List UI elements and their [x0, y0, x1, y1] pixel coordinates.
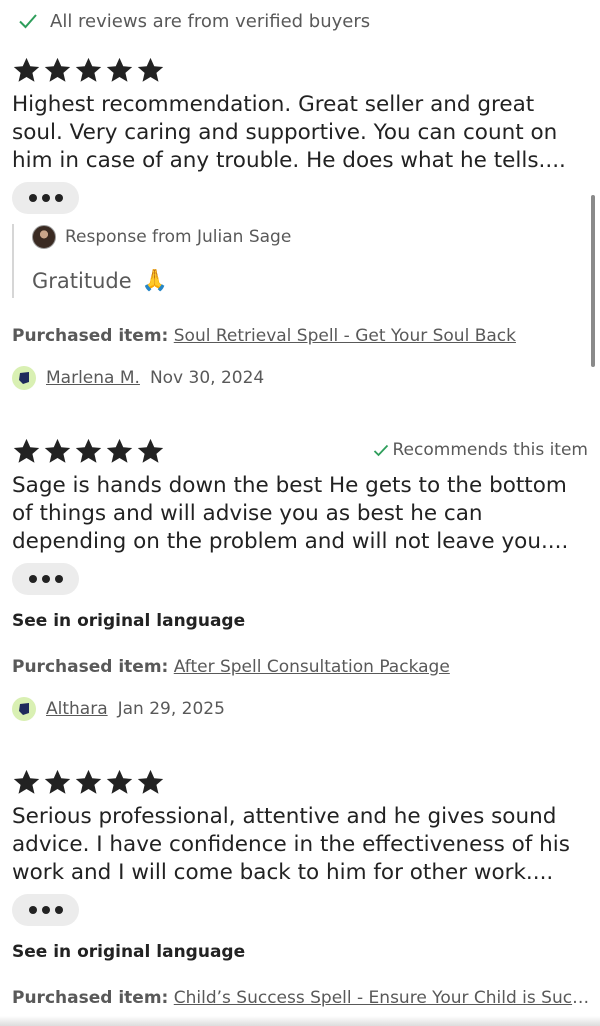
star-icon [106, 769, 133, 794]
star-icon [44, 769, 71, 794]
more-dots-icon [28, 575, 37, 583]
response-body: Gratitude 🙏 [32, 268, 291, 293]
more-dots-icon [28, 194, 37, 202]
response-header-text: Response from Julian Sage [65, 227, 292, 247]
reviews-page: All reviews are from verified buyers Hig… [0, 0, 600, 1026]
review-text: Highest recommendation. Great seller and… [12, 92, 566, 173]
purchased-item-link[interactable]: Child’s Success Spell - Ensure Your Chil… [174, 988, 590, 1008]
star-rating [12, 767, 590, 797]
star-icon [13, 769, 40, 794]
verified-buyers-notice: All reviews are from verified buyers [18, 8, 370, 34]
star-icon [75, 438, 102, 463]
review-date: Jan 29, 2025 [117, 699, 225, 719]
response-header: Response from Julian Sage [32, 224, 291, 250]
reviewer-name-link[interactable]: Marlena M. [46, 368, 140, 388]
scrollbar[interactable] [591, 195, 595, 367]
recommends-text: Recommends this item [392, 440, 589, 460]
user-badge-icon [19, 372, 29, 384]
purchased-item-row: Purchased item: Child’s Success Spell - … [12, 988, 590, 1008]
more-dots-icon [28, 906, 37, 914]
purchased-label: Purchased item: [12, 326, 169, 346]
more-dot [54, 906, 63, 914]
reviewer-avatar [12, 697, 36, 721]
checkmark-icon [18, 13, 38, 29]
star-icon [137, 57, 164, 82]
review-date: Nov 30, 2024 [149, 368, 265, 388]
review-text: Sage is hands down the best He gets to t… [12, 473, 569, 554]
star-icon [75, 769, 102, 794]
star-icon [137, 769, 164, 794]
purchased-label: Purchased item: [12, 988, 169, 1008]
review-card: Recommends this item Sage is hands down … [12, 436, 590, 721]
more-dot [41, 575, 50, 583]
recommends-badge: Recommends this item [373, 440, 589, 460]
star-icon [137, 438, 164, 463]
purchased-item-link[interactable]: After Spell Consultation Package [174, 657, 450, 677]
show-more-button[interactable] [12, 182, 79, 214]
seller-avatar [32, 225, 56, 249]
user-badge-icon [19, 703, 29, 715]
star-icon [75, 57, 102, 82]
purchased-item-row: Purchased item: After Spell Consultation… [12, 657, 590, 677]
bottom-edge [0, 1016, 600, 1026]
more-dot [54, 194, 63, 202]
reviewer-info: Althara Jan 29, 2025 [12, 697, 225, 721]
purchased-label: Purchased item: [12, 657, 169, 677]
checkmark-icon [373, 444, 388, 456]
purchased-item-link[interactable]: Soul Retrieval Spell - Get Your Soul Bac… [174, 326, 516, 346]
star-rating [12, 55, 590, 85]
show-more-button[interactable] [12, 563, 79, 595]
review-card: Serious professional, attentive and he g… [12, 767, 590, 1008]
see-original-language-link[interactable]: See in original language [12, 942, 245, 962]
response-text: Gratitude [32, 268, 132, 293]
star-icon [13, 57, 40, 82]
show-more-button[interactable] [12, 894, 79, 926]
star-icon [44, 57, 71, 82]
more-dot [41, 906, 50, 914]
verified-buyers-text: All reviews are from verified buyers [50, 10, 371, 32]
review-card: Highest recommendation. Great seller and… [12, 55, 590, 390]
reviewer-avatar [12, 366, 36, 390]
purchased-item-row: Purchased item: Soul Retrieval Spell - G… [12, 326, 590, 346]
reviewer-info: Marlena M. Nov 30, 2024 [12, 366, 264, 390]
seller-response: Response from Julian Sage Gratitude 🙏 [12, 224, 291, 298]
more-dot [54, 575, 63, 583]
star-icon [106, 438, 133, 463]
star-icon [44, 438, 71, 463]
see-original-language-link[interactable]: See in original language [12, 611, 245, 631]
star-icon [106, 57, 133, 82]
praying-hands-icon: 🙏 [141, 268, 168, 292]
reviewer-name-link[interactable]: Althara [46, 699, 108, 719]
more-dot [41, 194, 50, 202]
review-text: Serious professional, attentive and he g… [12, 804, 570, 885]
star-icon [13, 438, 40, 463]
